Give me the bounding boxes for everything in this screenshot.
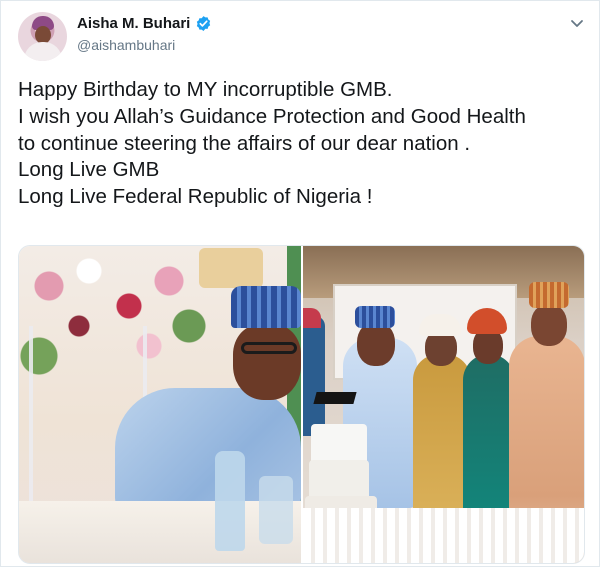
tweet-line: to continue steering the affairs of our … (18, 131, 471, 155)
author-name-row[interactable]: Aisha M. Buhari (77, 15, 212, 32)
person-headwrap (419, 314, 461, 336)
media-grid (18, 245, 585, 564)
avatar[interactable] (18, 12, 67, 61)
glass (259, 476, 293, 544)
face (233, 324, 301, 400)
chevron-down-icon[interactable] (569, 15, 585, 31)
glasses (241, 342, 297, 354)
display-name[interactable]: Aisha M. Buhari (77, 15, 190, 32)
photo-birthday-portrait[interactable] (19, 246, 301, 563)
lamp (199, 248, 263, 288)
person-face (531, 304, 567, 346)
table (303, 508, 584, 563)
tweet-line: Long Live GMB (18, 158, 160, 182)
tweet-text: Happy Birthday to MY incorruptible GMB. … (18, 77, 592, 211)
photo-cake-cutting[interactable] (303, 246, 584, 563)
tweet-line: Happy Birthday to MY incorruptible GMB. (18, 78, 393, 101)
person-cap (529, 282, 569, 308)
graduation-cap-topper (313, 392, 357, 404)
person-cap (355, 306, 395, 328)
water-bottle (215, 451, 245, 551)
headwrap (303, 308, 321, 328)
cake-tier-middle (309, 460, 369, 500)
cap (231, 286, 301, 328)
tweet-card: Aisha M. Buhari @aishambuhari Happy Birt… (0, 0, 600, 567)
avatar-body (24, 42, 62, 61)
verified-badge-icon (195, 15, 212, 32)
author-handle[interactable]: @aishambuhari (77, 37, 175, 53)
cake-tier-top (311, 424, 367, 464)
tweet-line: I wish you Allah’s Guidance Protection a… (18, 104, 526, 128)
person-face (357, 322, 395, 366)
person-left-edge (303, 316, 325, 436)
tweet-line: Long Live Federal Republic of Nigeria ! (18, 185, 373, 209)
